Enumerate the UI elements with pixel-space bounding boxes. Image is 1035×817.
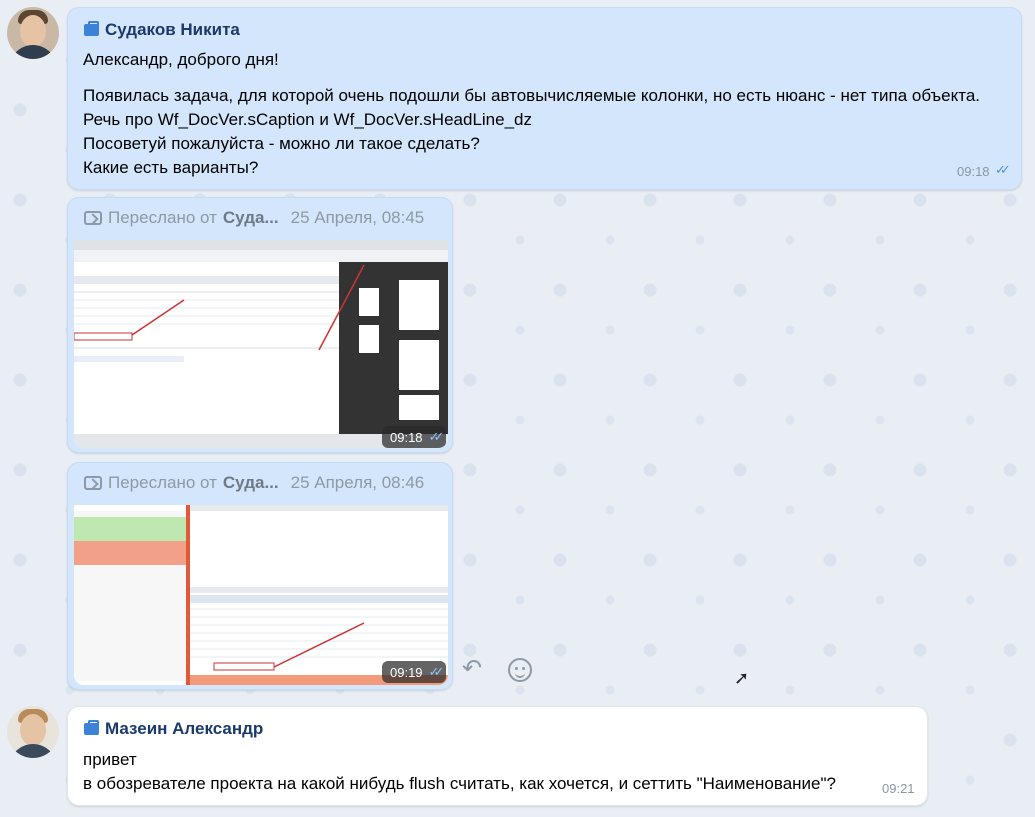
avatar-sudakov[interactable] bbox=[7, 7, 59, 59]
forward-header[interactable]: Переслано от Суда... 25 Апреля, 08:45 bbox=[84, 208, 424, 228]
image-time-pill: 09:19 ✓✓ bbox=[382, 661, 447, 683]
message-line: Появилась задача, для которой очень подо… bbox=[83, 86, 981, 105]
sender-name[interactable]: Мазеин Александр bbox=[84, 719, 263, 739]
screenshot-image[interactable]: 09:18 ✓✓ bbox=[74, 240, 448, 448]
message-line: Посоветуй пожалуйста - можно ли такое сд… bbox=[83, 134, 480, 153]
reply-icon[interactable]: ↶ bbox=[462, 654, 482, 683]
image-time-pill: 09:18 ✓✓ bbox=[382, 426, 447, 448]
message-time: 09:21 bbox=[882, 781, 915, 796]
briefcase-icon bbox=[84, 21, 99, 36]
message-line: в обозревателе проекта на какой нибудь f… bbox=[83, 774, 836, 793]
forward-icon bbox=[84, 211, 102, 225]
message-bubble-1[interactable]: Судаков Никита Александр, доброго дня! П… bbox=[67, 7, 1022, 190]
message-time: 09:18 bbox=[957, 164, 990, 179]
message-line: Александр, доброго дня! bbox=[83, 50, 279, 69]
double-check-icon: ✓✓ bbox=[995, 162, 1011, 177]
forward-icon bbox=[84, 476, 102, 490]
forward-header[interactable]: Переслано от Суда... 25 Апреля, 08:46 bbox=[84, 473, 424, 493]
message-line: Какие есть варианты? bbox=[83, 158, 259, 177]
screenshot-image[interactable]: 09:19 ✓✓ bbox=[74, 505, 448, 685]
screenshot-thumbnail bbox=[74, 505, 448, 685]
double-check-icon: ✓✓ bbox=[428, 429, 445, 444]
sender-name[interactable]: Судаков Никита bbox=[84, 20, 240, 40]
message-line: Речь про Wf_DocVer.sCaption и Wf_DocVer.… bbox=[83, 110, 532, 129]
message-line: привет bbox=[83, 750, 137, 769]
double-check-icon: ✓✓ bbox=[428, 664, 445, 679]
forwarded-message-1[interactable]: Переслано от Суда... 25 Апреля, 08:45 09… bbox=[67, 197, 453, 453]
screenshot-thumbnail bbox=[74, 240, 448, 448]
avatar-mazein[interactable] bbox=[7, 706, 59, 758]
mouse-cursor-icon: ➚ bbox=[734, 668, 750, 688]
briefcase-icon bbox=[84, 720, 99, 735]
forwarded-message-2[interactable]: Переслано от Суда... 25 Апреля, 08:46 09… bbox=[67, 462, 453, 690]
message-bubble-4[interactable]: Мазеин Александр привет в обозревателе п… bbox=[67, 706, 928, 806]
emoji-icon[interactable] bbox=[508, 658, 532, 682]
